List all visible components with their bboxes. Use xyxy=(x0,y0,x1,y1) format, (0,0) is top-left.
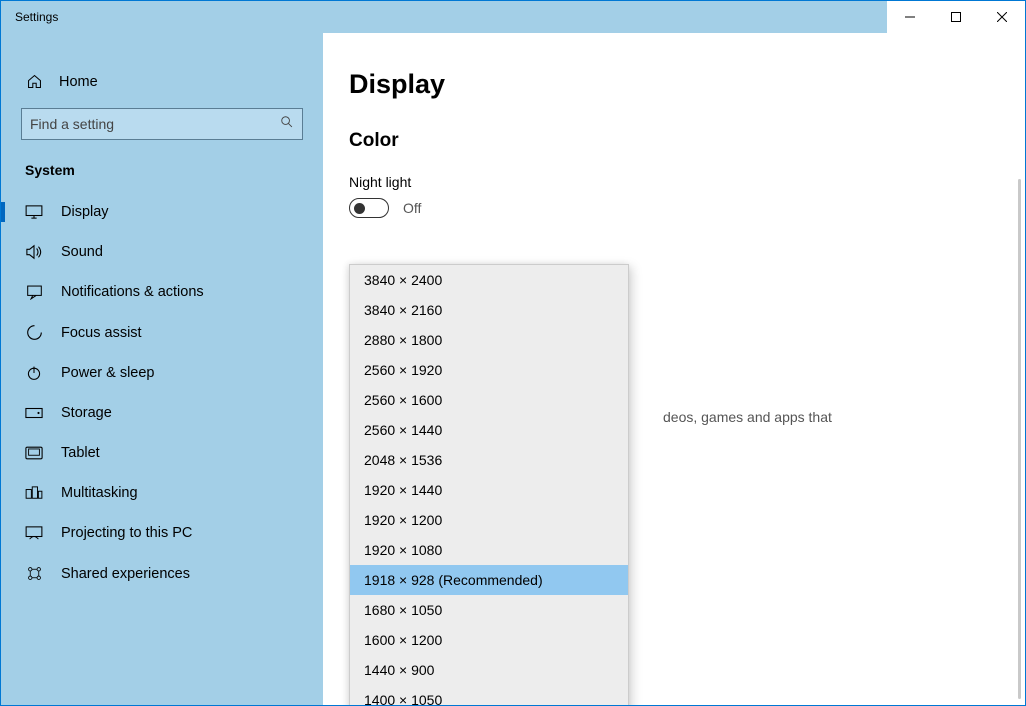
window-title: Settings xyxy=(1,10,58,24)
section-heading-color: Color xyxy=(349,130,1025,152)
nav-list: Display Sound Notifications & actions Focus… xyxy=(1,192,323,594)
projecting-icon xyxy=(25,526,43,540)
resolution-option[interactable]: 1600 × 1200 xyxy=(350,625,628,655)
resolution-option[interactable]: 1920 × 1080 xyxy=(350,535,628,565)
page-title: Display xyxy=(349,69,1025,100)
main-content: Display Color Night light Off deos, game… xyxy=(323,33,1025,705)
nav-item-power-sleep[interactable]: Power & sleep xyxy=(1,353,323,393)
search-input[interactable] xyxy=(30,116,280,132)
nav-item-shared-experiences[interactable]: Shared experiences xyxy=(1,553,323,594)
resolution-dropdown[interactable]: 3840 × 24003840 × 21602880 × 18002560 × … xyxy=(349,264,629,705)
nav-item-label: Projecting to this PC xyxy=(61,525,192,541)
resolution-option[interactable]: 1918 × 928 (Recommended) xyxy=(350,565,628,595)
resolution-option[interactable]: 2048 × 1536 xyxy=(350,445,628,475)
maximize-button[interactable] xyxy=(933,1,979,33)
nav-item-display[interactable]: Display xyxy=(1,192,323,232)
nav-item-sound[interactable]: Sound xyxy=(1,232,323,272)
resolution-option[interactable]: 1920 × 1200 xyxy=(350,505,628,535)
nav-item-focus-assist[interactable]: Focus assist xyxy=(1,312,323,353)
nav-item-label: Focus assist xyxy=(61,325,142,341)
nav-item-projecting-to-this-pc[interactable]: Projecting to this PC xyxy=(1,513,323,553)
titlebar: Settings xyxy=(1,1,1025,33)
nav-item-tablet[interactable]: Tablet xyxy=(1,433,323,473)
nav-item-label: Power & sleep xyxy=(61,365,155,381)
shared-icon xyxy=(25,565,43,582)
focus-assist-icon xyxy=(25,324,43,341)
sidebar: Home System Display Sound Notifications & … xyxy=(1,33,323,705)
night-light-toggle[interactable] xyxy=(349,198,389,218)
nav-item-multitasking[interactable]: Multitasking xyxy=(1,473,323,513)
nav-item-notifications-actions[interactable]: Notifications & actions xyxy=(1,272,323,312)
partial-text: deos, games and apps that xyxy=(663,409,832,425)
settings-window: Settings Home xyxy=(0,0,1026,706)
night-light-state: Off xyxy=(403,200,421,216)
section-title: System xyxy=(1,162,323,192)
display-icon xyxy=(25,205,43,219)
body: Home System Display Sound Notifications & … xyxy=(1,33,1025,705)
storage-icon xyxy=(25,407,43,419)
search-container xyxy=(1,108,323,162)
power-icon xyxy=(25,365,43,381)
sound-icon xyxy=(25,244,43,260)
nav-item-label: Notifications & actions xyxy=(61,284,204,300)
nav-item-label: Display xyxy=(61,204,109,220)
window-controls xyxy=(887,1,1025,33)
nav-item-label: Tablet xyxy=(61,445,100,461)
resolution-option[interactable]: 1440 × 900 xyxy=(350,655,628,685)
resolution-option[interactable]: 1680 × 1050 xyxy=(350,595,628,625)
resolution-option[interactable]: 2880 × 1800 xyxy=(350,325,628,355)
home-label: Home xyxy=(59,74,98,90)
nav-item-storage[interactable]: Storage xyxy=(1,393,323,433)
nav-item-label: Multitasking xyxy=(61,485,138,501)
home-icon xyxy=(25,73,43,90)
night-light-label: Night light xyxy=(349,174,1025,190)
nav-item-label: Sound xyxy=(61,244,103,260)
notifications-icon xyxy=(25,284,43,300)
scrollbar[interactable] xyxy=(1018,179,1021,699)
minimize-button[interactable] xyxy=(887,1,933,33)
resolution-option[interactable]: 3840 × 2400 xyxy=(350,265,628,295)
resolution-option[interactable]: 3840 × 2160 xyxy=(350,295,628,325)
multitasking-icon xyxy=(25,486,43,500)
nav-item-label: Storage xyxy=(61,405,112,421)
search-box[interactable] xyxy=(21,108,303,140)
nav-item-label: Shared experiences xyxy=(61,566,190,582)
resolution-option[interactable]: 2560 × 1600 xyxy=(350,385,628,415)
resolution-option[interactable]: 1920 × 1440 xyxy=(350,475,628,505)
tablet-icon xyxy=(25,446,43,460)
resolution-option[interactable]: 2560 × 1920 xyxy=(350,355,628,385)
home-link[interactable]: Home xyxy=(1,65,323,108)
close-button[interactable] xyxy=(979,1,1025,33)
resolution-option[interactable]: 1400 × 1050 xyxy=(350,685,628,705)
night-light-toggle-row: Off xyxy=(349,198,1025,218)
resolution-option[interactable]: 2560 × 1440 xyxy=(350,415,628,445)
search-icon xyxy=(280,115,294,134)
